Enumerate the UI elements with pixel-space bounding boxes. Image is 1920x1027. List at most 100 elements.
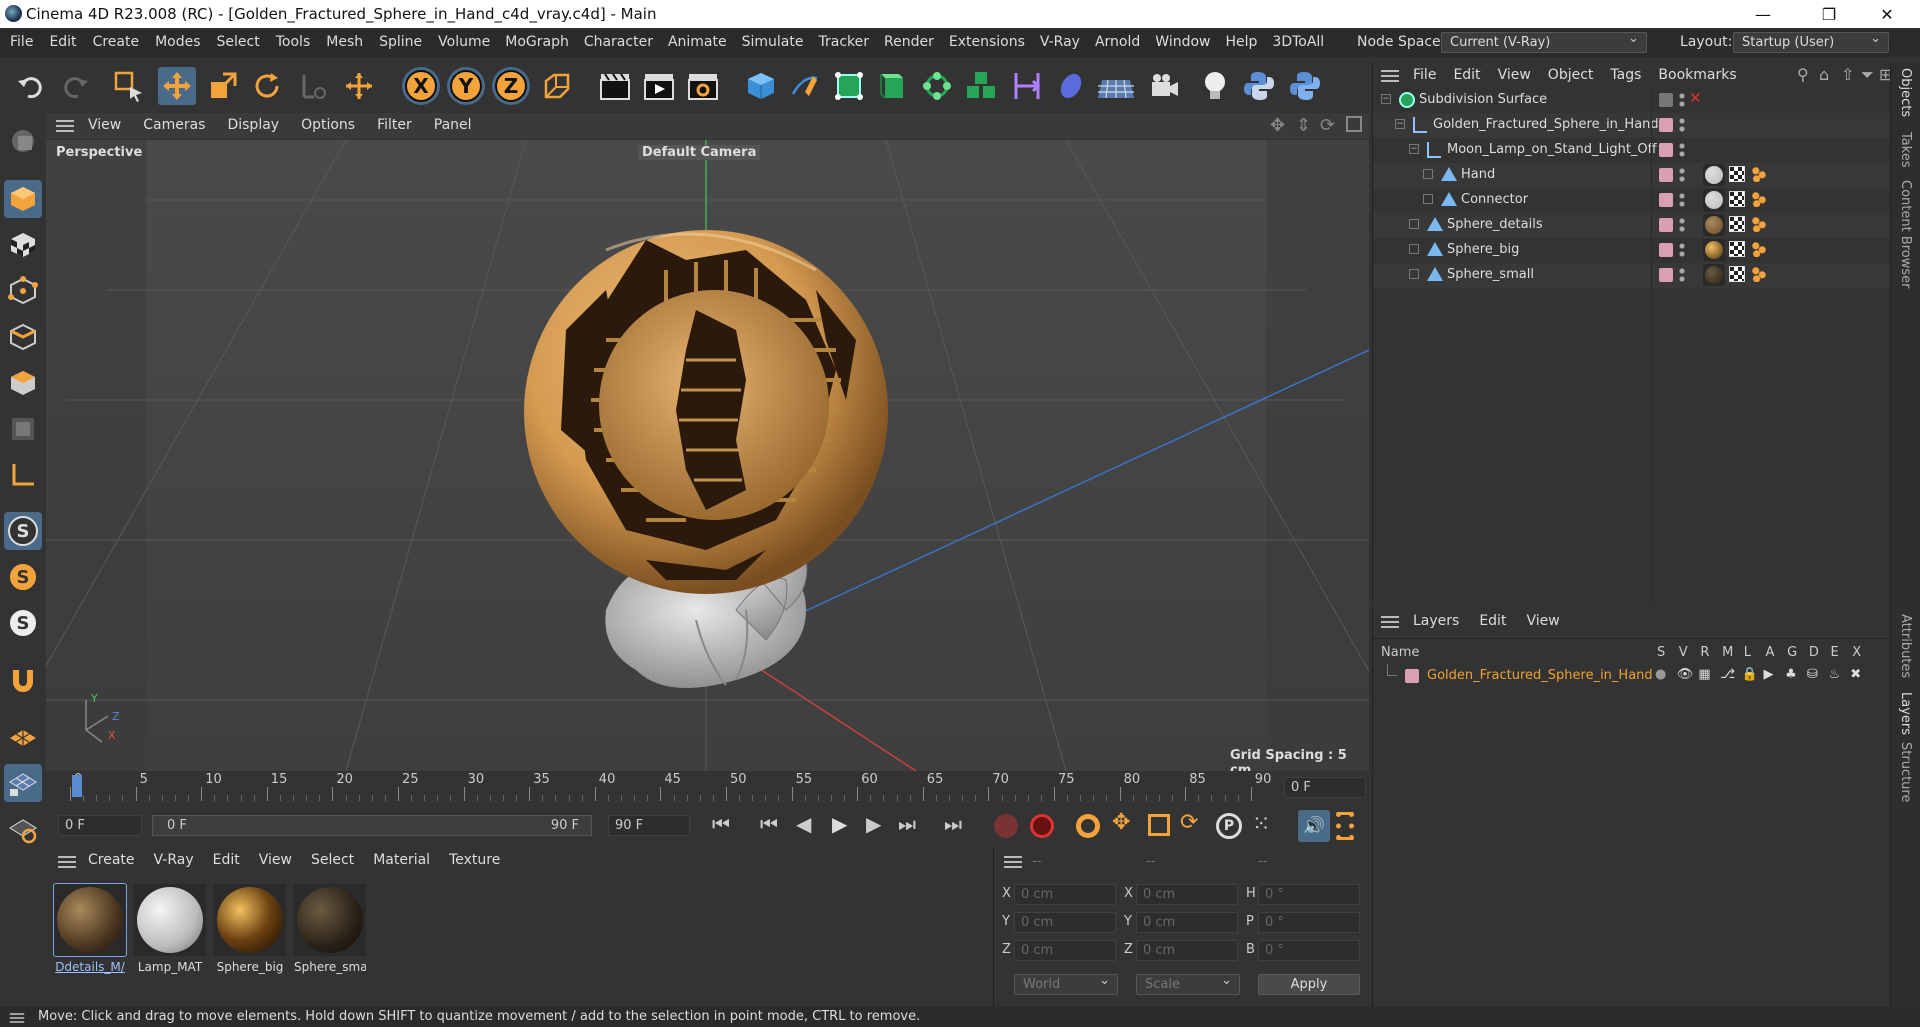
object-name[interactable]: Hand [1461,167,1495,182]
3d-viewport[interactable]: Perspective Default Camera Grid Spacing … [46,140,1369,771]
coord-size-field[interactable]: 0 cm [1136,940,1238,961]
subdivision-surface-button[interactable] [830,67,868,105]
mograph-cloner-button[interactable] [918,67,956,105]
material-menu-v-ray[interactable]: V-Ray [154,852,194,868]
edges-mode-button[interactable] [4,318,42,356]
layer-tag-swatch[interactable] [1659,218,1673,232]
layer-name[interactable]: Golden_Fractured_Sphere_in_Hand [1427,668,1653,683]
layer-menu-edit[interactable]: Edit [1479,613,1506,629]
points-mode-button[interactable] [4,272,42,310]
tree-collapse-icon[interactable]: − [1409,144,1419,154]
scale-tool-button[interactable] [204,67,242,105]
world-coordinates-button[interactable] [538,67,576,105]
visibility-dots-icon[interactable] [1679,142,1685,158]
render-to-picture-viewer-button[interactable] [640,67,678,105]
timeline-ruler[interactable]: 051015202530354045505560657075808590 0 F [46,771,1370,803]
menu-mesh[interactable]: Mesh [326,34,363,50]
extrude-button[interactable] [874,67,912,105]
layer-flag-view-eye-icon[interactable]: 👁 [1677,667,1699,682]
lock-x-axis-button[interactable]: X [402,67,440,105]
menu-select[interactable]: Select [217,34,260,50]
layer-flag-render-icon[interactable]: ▦ [1698,667,1720,682]
layer-tag-swatch[interactable] [1659,118,1673,132]
key-rotation-icon[interactable]: ⟳ [1180,810,1198,835]
key-scale-icon[interactable] [1148,814,1170,836]
menu-modes[interactable]: Modes [155,34,200,50]
material-item[interactable]: Sphere_sma [294,884,366,974]
material-item[interactable]: Sphere_big [214,884,286,974]
material-item[interactable]: Ddetails_M/ [53,883,127,974]
lock-z-axis-button[interactable]: Z [492,67,530,105]
move-tool-button[interactable] [158,67,196,105]
close-window-button[interactable]: ✕ [1864,0,1910,28]
texture-tag-icon[interactable] [1729,166,1745,182]
material-tag-icon[interactable] [1703,239,1725,261]
visibility-dots-icon[interactable] [1679,242,1685,258]
coord-rot-field[interactable]: 0 ° [1258,884,1360,905]
node-space-select[interactable]: Current (V-Ray) [1441,31,1647,53]
object-menu-file[interactable]: File [1413,67,1436,83]
render-view-button[interactable] [596,67,634,105]
menu-3dtoall[interactable]: 3DToAll [1272,34,1324,50]
object-row[interactable]: Sphere_big [1373,238,1891,263]
material-menu-create[interactable]: Create [88,852,135,868]
material-item[interactable]: Lamp_MAT [134,884,206,974]
workplane-button[interactable] [4,718,42,756]
current-frame-field[interactable]: 0 F [1284,777,1366,798]
menu-extensions[interactable]: Extensions [949,34,1025,50]
object-menu-view[interactable]: View [1498,67,1531,83]
axis-mode-button[interactable] [4,456,42,494]
snap-enable-button[interactable]: S [4,512,42,550]
up-arrow-icon[interactable]: ⇧ [1841,65,1854,84]
record-keys-icon[interactable] [994,814,1018,838]
layer-flag-lock-icon[interactable]: 🔒 [1742,667,1764,682]
edit-checkbox-icon[interactable] [1659,93,1673,107]
coord-rot-field[interactable]: 0 ° [1258,940,1360,961]
visibility-dots-icon[interactable] [1679,167,1685,183]
viewport-menu-display[interactable]: Display [227,117,279,133]
apply-button[interactable]: Apply [1258,974,1360,995]
layers-hamburger-icon[interactable] [1381,616,1399,628]
search-icon[interactable]: ⚲ [1797,65,1809,84]
coord-rot-field[interactable]: 0 ° [1258,912,1360,933]
render-settings-button[interactable] [684,67,722,105]
uv-mode-button[interactable] [4,410,42,448]
layer-flag-manager-icon[interactable]: ⎇ [1720,667,1742,682]
coord-pos-field[interactable]: 0 cm [1014,912,1116,933]
key-parameter-icon[interactable]: P [1216,813,1242,839]
viewport-rotate-icon[interactable]: ⟳ [1320,115,1335,136]
object-row[interactable]: Hand [1373,163,1891,188]
make-editable-button[interactable] [4,122,42,160]
menu-spline[interactable]: Spline [379,34,422,50]
object-name[interactable]: Sphere_big [1447,242,1519,257]
vray-tag-icon[interactable] [1751,191,1767,207]
object-row[interactable]: − Golden_Fractured_Sphere_in_Hand [1373,113,1891,138]
object-name[interactable]: Sphere_details [1447,217,1543,232]
menu-arnold[interactable]: Arnold [1095,34,1140,50]
material-tag-icon[interactable] [1703,214,1725,236]
material-menu-select[interactable]: Select [311,852,354,868]
layer-flag-animation-icon[interactable]: ▶ [1763,667,1785,682]
deformer-button[interactable] [1008,67,1046,105]
cube-primitive-button[interactable] [742,67,780,105]
tree-collapse-icon[interactable]: − [1381,94,1391,104]
layer-tag-swatch[interactable] [1659,193,1673,207]
previous-key-button[interactable]: ⏮ [760,812,778,836]
object-menu-tags[interactable]: Tags [1610,67,1641,83]
viewport-hamburger-icon[interactable] [56,120,74,132]
layer-menu-view[interactable]: View [1526,613,1559,629]
object-row[interactable]: − Subdivision Surface ✕ [1373,88,1891,113]
visibility-dots-icon[interactable] [1679,92,1685,108]
coordinate-tool-button[interactable] [340,67,378,105]
undo-button[interactable] [12,67,50,105]
timeline-film-icon[interactable] [1336,812,1354,840]
live-selection-button[interactable] [110,67,148,105]
rotate-tool-button[interactable] [248,67,286,105]
tab-takes[interactable]: Takes [1898,132,1913,168]
material-menu-edit[interactable]: Edit [213,852,240,868]
layer-flag-xref-icon[interactable]: ✖ [1850,667,1872,682]
key-position-icon[interactable]: ✥ [1112,810,1130,835]
field-button[interactable] [1052,67,1090,105]
viewport-menu-view[interactable]: View [88,117,121,133]
object-row[interactable]: Connector [1373,188,1891,213]
